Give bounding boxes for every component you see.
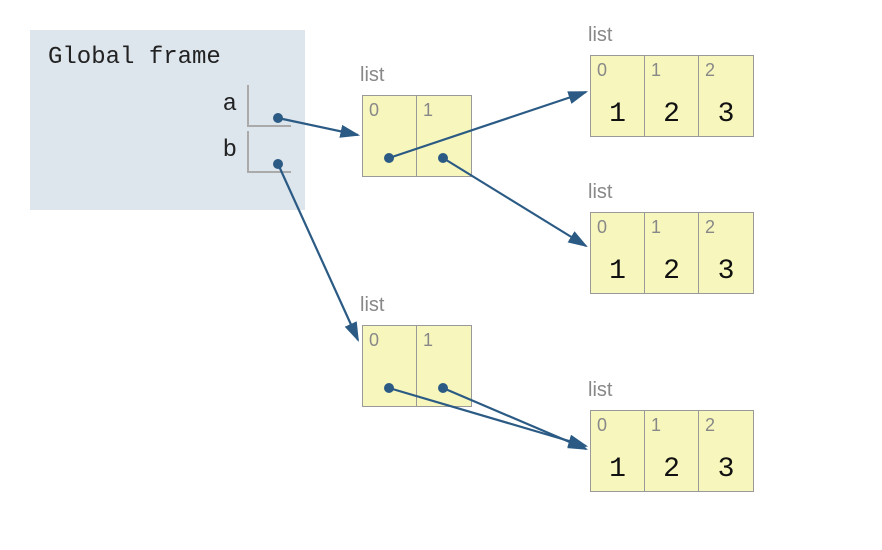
cell-value: 3 (699, 99, 753, 130)
list-inner1-cell-0: 01 (591, 56, 645, 136)
var-row-a: a (44, 85, 291, 125)
list-outer1-cell-1: 1 (417, 96, 471, 176)
list-label-inner1: list (588, 24, 612, 47)
cell-index: 0 (369, 100, 379, 121)
cell-value: 3 (699, 454, 753, 485)
list-label-inner2: list (588, 181, 612, 204)
list-label-outer2: list (360, 294, 384, 317)
list-outer1: 0 1 (362, 95, 472, 177)
cell-index: 1 (423, 330, 433, 351)
list-inner3-cell-0: 01 (591, 411, 645, 491)
list-inner2-cell-0: 01 (591, 213, 645, 293)
list-label-outer1: list (360, 64, 384, 87)
cell-index: 2 (705, 217, 715, 238)
cell-value: 1 (591, 99, 644, 130)
var-name-b: b (223, 131, 247, 171)
cell-index: 0 (369, 330, 379, 351)
cell-value: 2 (645, 454, 698, 485)
cell-value: 1 (591, 256, 644, 287)
cell-value: 3 (699, 256, 753, 287)
global-frame: Global frame a b (30, 30, 305, 210)
cell-index: 0 (597, 415, 607, 436)
var-slot-a (247, 85, 291, 127)
list-outer2-cell-1: 1 (417, 326, 471, 406)
list-label-inner3: list (588, 379, 612, 402)
list-outer2: 0 1 (362, 325, 472, 407)
cell-index: 0 (597, 60, 607, 81)
list-outer2-cell-0: 0 (363, 326, 417, 406)
list-inner3-cell-1: 12 (645, 411, 699, 491)
cell-index: 1 (423, 100, 433, 121)
cell-index: 0 (597, 217, 607, 238)
list-inner1: 01 12 23 (590, 55, 754, 137)
list-inner2-cell-2: 23 (699, 213, 753, 293)
list-outer1-cell-0: 0 (363, 96, 417, 176)
cell-value: 2 (645, 256, 698, 287)
cell-value: 1 (591, 454, 644, 485)
cell-index: 1 (651, 217, 661, 238)
list-inner3-cell-2: 23 (699, 411, 753, 491)
list-inner3: 01 12 23 (590, 410, 754, 492)
list-inner1-cell-2: 23 (699, 56, 753, 136)
cell-index: 2 (705, 415, 715, 436)
var-row-b: b (44, 131, 291, 171)
frame-title: Global frame (48, 44, 291, 71)
list-inner2: 01 12 23 (590, 212, 754, 294)
cell-index: 1 (651, 415, 661, 436)
var-name-a: a (223, 85, 247, 125)
list-inner1-cell-1: 12 (645, 56, 699, 136)
list-inner2-cell-1: 12 (645, 213, 699, 293)
var-slot-b (247, 131, 291, 173)
cell-index: 1 (651, 60, 661, 81)
cell-value: 2 (645, 99, 698, 130)
cell-index: 2 (705, 60, 715, 81)
